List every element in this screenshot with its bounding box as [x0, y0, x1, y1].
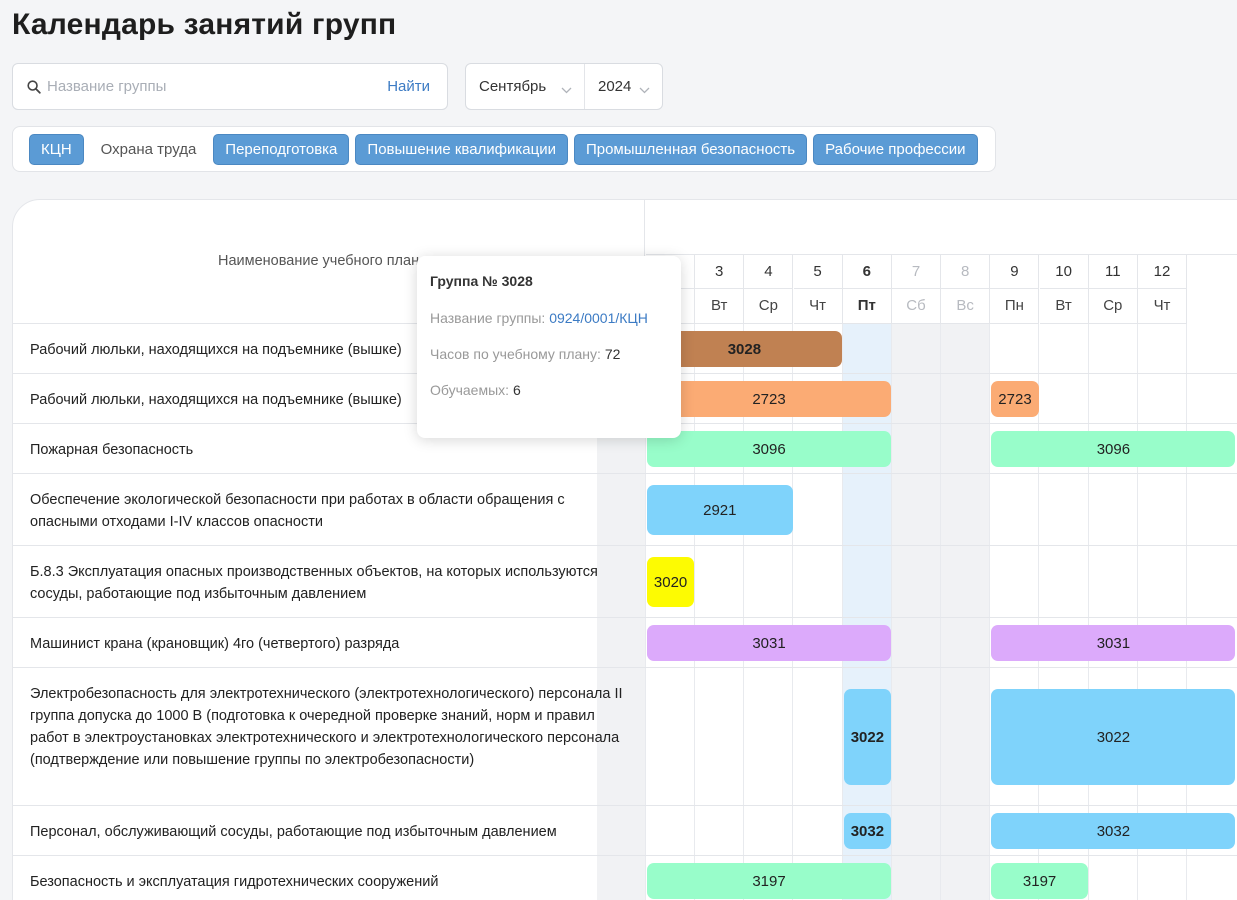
day-number: 6 [842, 255, 891, 289]
find-button[interactable]: Найти [387, 78, 430, 95]
day-number: 12 [1138, 255, 1186, 289]
group-bar[interactable]: 3022 [843, 689, 891, 785]
group-bar[interactable]: 2921 [647, 485, 793, 535]
category-chip[interactable]: Промышленная безопасность [573, 133, 808, 165]
day-header: 6 Пт [842, 255, 892, 324]
day-number: 9 [990, 255, 1039, 289]
day-number: 3 [695, 255, 744, 289]
search-icon [27, 79, 41, 94]
group-bar[interactable]: 3096 [647, 431, 891, 467]
training-plan-name: Пожарная безопасность [30, 442, 194, 458]
group-bar[interactable]: 3020 [647, 557, 695, 607]
year-select-value: 2024 [598, 78, 632, 95]
weekday-label: Ср [1103, 297, 1123, 314]
category-chip[interactable]: Повышение квалификации [355, 133, 568, 165]
category-chip[interactable]: Переподготовка [213, 133, 350, 165]
weekday-label: Чт [1153, 297, 1171, 314]
day-number: 5 [793, 255, 842, 289]
weekday-label: Вт [710, 297, 728, 314]
tooltip-hours: Часов по учебному плану: 72 [430, 346, 668, 362]
chevron-down-icon [639, 81, 650, 98]
search-box: Найти [12, 63, 448, 110]
chevron-down-icon [561, 81, 572, 98]
group-bar[interactable]: 2723 [647, 381, 891, 417]
category-chip[interactable]: Рабочие профессии [813, 133, 978, 165]
weekday-label: Вс [956, 297, 974, 314]
day-number: 8 [941, 255, 990, 289]
training-plan-name: Электробезопасность для электротехническ… [30, 686, 623, 768]
group-bar[interactable]: 3032 [843, 813, 891, 849]
tooltip-hours-label: Часов по учебному плану: [430, 346, 601, 362]
day-header: 4 Ср [744, 255, 794, 324]
day-number: 10 [1039, 255, 1088, 289]
tooltip-group-name: Название группы: 0924/0001/КЦН [430, 310, 668, 326]
day-header: 12 Чт [1138, 255, 1187, 324]
group-bar[interactable]: 3197 [647, 863, 891, 899]
tooltip-students-value: 6 [512, 382, 521, 398]
group-bar[interactable]: 3031 [991, 625, 1236, 661]
day-header: 3 Вт [695, 255, 745, 324]
category-filter: КЦН Охрана труда Переподготовка Повышение к… [12, 126, 996, 172]
tooltip-students: Обучаемых: 6 [430, 382, 668, 398]
day-header: 10 Вт [1039, 255, 1089, 324]
group-bar[interactable]: 3197 [991, 863, 1088, 899]
page-title: Календарь занятий групп [12, 8, 397, 41]
tooltip-title: Группа № 3028 [430, 273, 533, 289]
day-header: 7 Сб [892, 255, 941, 324]
tooltip-hours-value: 72 [604, 346, 621, 362]
weekday-label: Пт [857, 297, 876, 314]
category-chip[interactable]: КЦН [29, 133, 84, 165]
group-bar[interactable]: 3096 [991, 431, 1236, 467]
search-input[interactable] [47, 78, 388, 95]
year-select[interactable]: 2024 [585, 64, 662, 109]
group-bar[interactable]: 3022 [991, 689, 1236, 785]
training-plan-name: Безопасность и эксплуатация гидротехниче… [30, 874, 439, 890]
month-header [646, 200, 1237, 255]
tooltip-group-name-link[interactable]: 0924/0001/КЦН [549, 310, 648, 326]
weekday-label: Сб [906, 297, 926, 314]
tooltip-students-label: Обучаемых: [430, 382, 510, 398]
group-bar[interactable]: 2723 [991, 381, 1039, 417]
month-select-value: Сентябрь [479, 78, 547, 95]
day-header: 9 Пн [990, 255, 1040, 324]
training-plan-name: Персонал, обслуживающий сосуды, работающ… [30, 824, 557, 840]
group-bar[interactable]: 3032 [991, 813, 1236, 849]
training-plan-name: Обеспечение экологической безопасности п… [30, 492, 565, 530]
tooltip-group-name-label: Название группы: [430, 310, 546, 326]
weekday-label: Пн [1004, 297, 1024, 314]
weekday-label: Вт [1055, 297, 1072, 314]
weekday-label: Ср [758, 297, 778, 314]
day-header: 11 Ср [1088, 255, 1138, 324]
period-selects: Сентябрь 2024 [465, 63, 663, 110]
day-number: 4 [744, 255, 793, 289]
plan-column-title: Наименование учебного плана [218, 253, 428, 269]
group-tooltip: Группа № 3028 Название группы: 0924/0001… [417, 256, 681, 438]
day-header: 8 Вс [941, 255, 991, 324]
day-number: 11 [1088, 255, 1137, 289]
category-chip[interactable]: Охрана труда [90, 134, 208, 165]
day-number: 7 [892, 255, 940, 289]
weekday-label: Чт [809, 297, 827, 314]
group-bar[interactable]: 3031 [647, 625, 891, 661]
month-select[interactable]: Сентябрь [466, 64, 585, 109]
training-plan-name: Б.8.3 Эксплуатация опасных производствен… [30, 564, 598, 602]
training-plan-name: Машинист крана (крановщик) 4го (четверто… [30, 636, 400, 652]
day-header: 5 Чт [793, 255, 843, 324]
